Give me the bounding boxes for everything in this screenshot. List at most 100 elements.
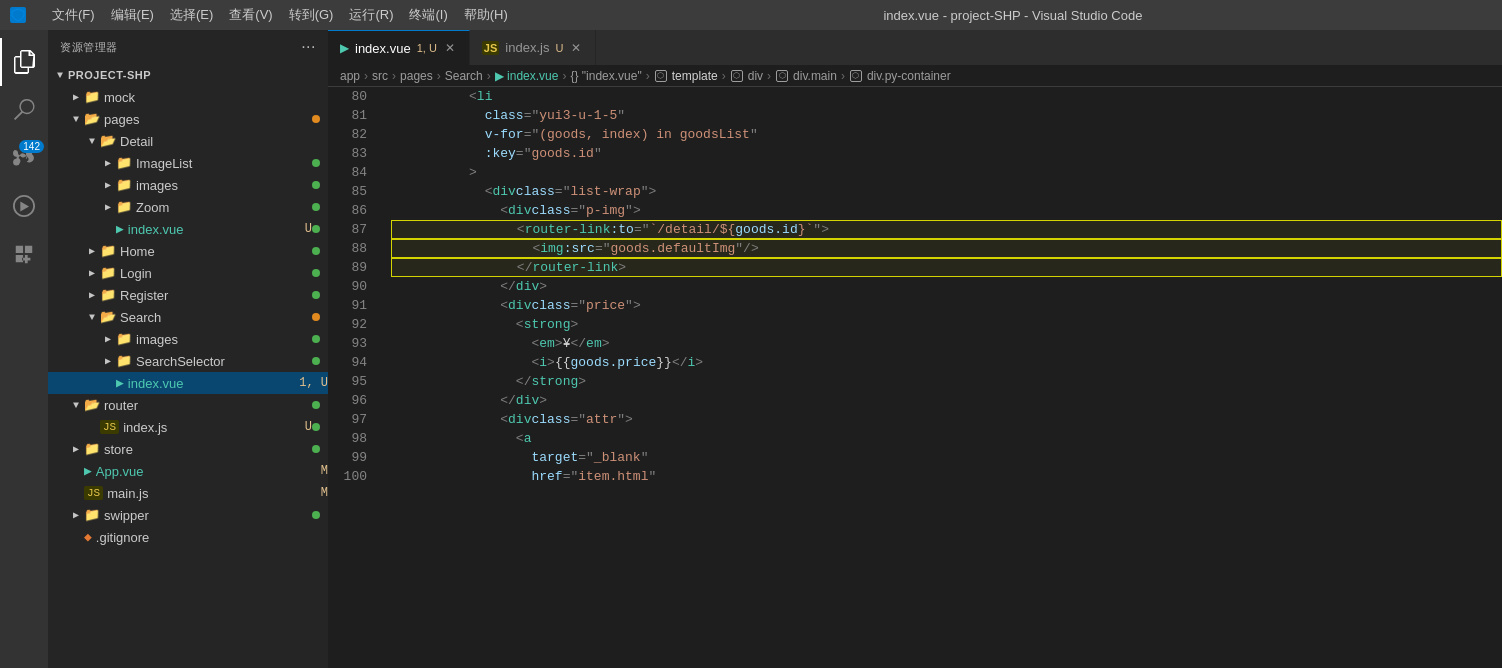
router-arrow: ▼: [68, 400, 84, 411]
tree-app-vue[interactable]: ▶ ▶ App.vue M: [48, 460, 328, 482]
main-js-badge: M: [321, 486, 328, 500]
folder-icon: 📁: [116, 331, 132, 347]
imagelist-arrow: ▶: [100, 157, 116, 169]
root-label: PROJECT-SHP: [68, 69, 328, 81]
menu-terminal[interactable]: 终端(I): [403, 4, 453, 26]
tab-close-index-js[interactable]: ✕: [569, 39, 583, 57]
tree-register[interactable]: ▶ 📁 Register: [48, 284, 328, 306]
pages-label: pages: [104, 112, 312, 127]
code-line-99: target="_blank": [391, 448, 1502, 467]
tree-router[interactable]: ▼ 📂 router: [48, 394, 328, 416]
code-line-100: href="item.html": [391, 467, 1502, 486]
tree-search-images[interactable]: ▶ 📁 images: [48, 328, 328, 350]
mock-label: mock: [104, 90, 312, 105]
menu-edit[interactable]: 编辑(E): [105, 4, 160, 26]
menu-bar[interactable]: 文件(F) 编辑(E) 选择(E) 查看(V) 转到(G) 运行(R) 终端(I…: [46, 4, 514, 26]
breadcrumb-indexvue[interactable]: ▶ index.vue: [495, 69, 559, 83]
menu-file[interactable]: 文件(F): [46, 4, 101, 26]
app-vue-label: App.vue: [96, 464, 315, 479]
tree-router-index-js[interactable]: ▶ JS index.js U: [48, 416, 328, 438]
tree-main-js[interactable]: ▶ JS main.js M: [48, 482, 328, 504]
code-content[interactable]: <li class="yui3-u-1-5" v-for="(goods, in…: [383, 87, 1502, 668]
tree-root-arrow: ▼: [52, 70, 68, 81]
code-line-87: <router-link :to="`/detail/${goods.id}`"…: [391, 220, 1502, 239]
breadcrumb-div-main[interactable]: div.main: [793, 69, 837, 83]
search-images-arrow: ▶: [100, 333, 116, 345]
tree-gitignore[interactable]: ▶ ◆ .gitignore: [48, 526, 328, 548]
register-label: Register: [120, 288, 312, 303]
sidebar-more-button[interactable]: ···: [301, 38, 316, 56]
search-dot: [312, 313, 320, 321]
tree-zoom[interactable]: ▶ 📁 Zoom: [48, 196, 328, 218]
tab-index-js-label: index.js: [505, 40, 549, 55]
tab-index-vue[interactable]: ▶ index.vue 1, U ✕: [328, 30, 470, 65]
tab-index-js[interactable]: JS index.js U ✕: [470, 30, 597, 65]
code-line-84: >: [391, 163, 1502, 182]
tree-imagelist[interactable]: ▶ 📁 ImageList: [48, 152, 328, 174]
menu-select[interactable]: 选择(E): [164, 4, 219, 26]
vue-tab-icon: ▶: [340, 41, 349, 55]
search-images-label: images: [136, 332, 312, 347]
code-line-94: <i>{{ goods.price }}</i>: [391, 353, 1502, 372]
folder-icon: 📁: [84, 89, 100, 105]
login-dot: [312, 269, 320, 277]
tree-pages[interactable]: ▼ 📂 pages: [48, 108, 328, 130]
breadcrumb-template[interactable]: template: [672, 69, 718, 83]
store-dot: [312, 445, 320, 453]
breadcrumb-search[interactable]: Search: [445, 69, 483, 83]
detail-index-label: index.vue: [128, 222, 299, 237]
code-line-80: <li: [391, 87, 1502, 106]
breadcrumb-indexvue-obj[interactable]: {} "index.vue": [570, 69, 641, 83]
tree-search[interactable]: ▼ 📂 Search: [48, 306, 328, 328]
register-arrow: ▶: [84, 289, 100, 301]
tree-mock[interactable]: ▶ 📁 mock: [48, 86, 328, 108]
tree-store[interactable]: ▶ 📁 store: [48, 438, 328, 460]
menu-run[interactable]: 运行(R): [343, 4, 399, 26]
menu-view[interactable]: 查看(V): [223, 4, 278, 26]
breadcrumb-app[interactable]: app: [340, 69, 360, 83]
breadcrumb-div-py-container[interactable]: div.py-container: [867, 69, 951, 83]
mock-dot: [312, 93, 320, 101]
tab-index-js-modified: U: [555, 42, 563, 54]
router-index-label: index.js: [123, 420, 299, 435]
login-label: Login: [120, 266, 312, 281]
breadcrumb-src[interactable]: src: [372, 69, 388, 83]
ln-100: 100: [328, 467, 375, 486]
ln-89: 89: [328, 258, 375, 277]
breadcrumb-pages[interactable]: pages: [400, 69, 433, 83]
tree-searchselector[interactable]: ▶ 📁 SearchSelector: [48, 350, 328, 372]
activity-extensions[interactable]: [0, 230, 48, 278]
activity-explorer[interactable]: [0, 38, 48, 86]
code-line-81: class="yui3-u-1-5": [391, 106, 1502, 125]
activity-run[interactable]: [0, 182, 48, 230]
breadcrumb-div[interactable]: div: [748, 69, 763, 83]
router-index-badge: U: [305, 420, 312, 434]
ln-84: 84: [328, 163, 375, 182]
code-editor[interactable]: 80 81 82 83 84 85 86 87 88 89 90 91 92 9…: [328, 87, 1502, 668]
menu-goto[interactable]: 转到(G): [283, 4, 340, 26]
tree-detail[interactable]: ▼ 📂 Detail: [48, 130, 328, 152]
ln-86: 86: [328, 201, 375, 220]
activity-search[interactable]: [0, 86, 48, 134]
tab-close-index-vue[interactable]: ✕: [443, 39, 457, 57]
folder-icon: 📁: [116, 353, 132, 369]
tree-root[interactable]: ▼ PROJECT-SHP: [48, 64, 328, 86]
menu-help[interactable]: 帮助(H): [458, 4, 514, 26]
tree-search-index-vue[interactable]: ▶ ▶ index.vue 1, U: [48, 372, 328, 394]
tree-images-detail[interactable]: ▶ 📁 images: [48, 174, 328, 196]
pages-arrow: ▼: [68, 114, 84, 125]
tree-home[interactable]: ▶ 📁 Home: [48, 240, 328, 262]
folder-icon: 📂: [84, 397, 100, 413]
tree-detail-index-vue[interactable]: ▶ ▶ index.vue U: [48, 218, 328, 240]
activity-source-control[interactable]: 142: [0, 134, 48, 182]
vue-file-icon: ▶: [116, 221, 124, 237]
zoom-dot: [312, 203, 320, 211]
breadcrumb-pycontainer-icon: ⬡: [850, 70, 862, 82]
searchselector-arrow: ▶: [100, 355, 116, 367]
tree-login[interactable]: ▶ 📁 Login: [48, 262, 328, 284]
tree-swipper[interactable]: ▶ 📁 swipper: [48, 504, 328, 526]
line-numbers: 80 81 82 83 84 85 86 87 88 89 90 91 92 9…: [328, 87, 383, 668]
home-label: Home: [120, 244, 312, 259]
ln-85: 85: [328, 182, 375, 201]
ln-94: 94: [328, 353, 375, 372]
